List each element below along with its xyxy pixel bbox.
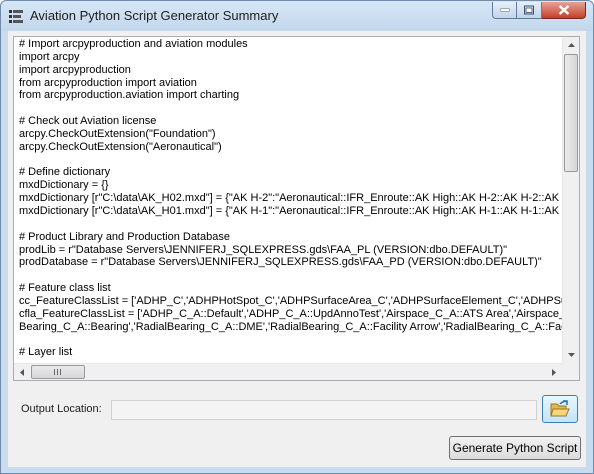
script-line: import arcpyproduction [19,63,131,76]
scroll-down-arrow[interactable] [563,347,579,363]
scroll-up-arrow[interactable] [563,37,579,53]
script-line: mxdDictionary [r"C:\data\AK_H01.mxd"] = … [19,204,564,217]
script-line: mxdDictionary [r"C:\data\AK_H02.mxd"] = … [19,192,564,205]
close-icon [558,5,569,15]
browse-button[interactable] [542,395,578,423]
script-line: # Import arcpyproduction and aviation mo… [19,38,248,50]
title-bar[interactable]: Aviation Python Script Generator Summary [1,1,593,31]
script-line: arcpy.CheckOutExtension("Foundation") [19,127,216,140]
vertical-scrollbar[interactable] [562,37,579,363]
script-line: # Layer list [19,346,73,359]
dialog-window: Aviation Python Script Generator Summary… [0,0,594,474]
horizontal-scrollbar[interactable] [14,363,562,380]
app-icon [8,8,24,24]
chevron-left-icon [20,368,24,376]
script-code[interactable]: # Import arcpyproduction and aviation mo… [19,38,564,360]
dialog-client-area: # Import arcpyproduction and aviation mo… [8,31,586,467]
maximize-icon [524,5,534,15]
minimize-icon [500,8,509,12]
window-title: Aviation Python Script Generator Summary [30,8,279,23]
scrollbar-corner [562,363,579,380]
open-folder-icon [550,400,570,417]
chevron-right-icon [552,368,556,376]
script-line: cfla_FeatureClassList = ['ADHP_C_A::Defa… [19,307,564,320]
script-line: from arcpyproduction.aviation import cha… [19,89,240,102]
scroll-left-arrow[interactable] [14,364,30,380]
vertical-scroll-thumb[interactable] [564,54,578,172]
script-line: # Check out Aviation license [19,115,157,128]
script-text-area[interactable]: # Import arcpyproduction and aviation mo… [13,36,580,381]
script-line: mxdDictionary = {} [19,179,109,192]
script-line: prodDatabase = r"Database Servers\JENNIF… [19,256,542,269]
script-line: # Product Library and Production Databas… [19,230,230,243]
maximize-button[interactable] [517,2,542,19]
minimize-button[interactable] [492,2,517,19]
script-line [19,269,564,282]
chevron-up-icon [567,43,575,47]
caption-buttons [492,2,586,21]
output-location-label: Output Location: [21,403,102,415]
script-line [19,154,564,167]
output-location-field[interactable] [111,400,537,420]
close-button[interactable] [542,2,586,19]
script-line: Bearing_C_A::Bearing','RadialBearing_C_A… [19,320,564,333]
script-line [19,218,564,231]
scroll-right-arrow[interactable] [546,364,562,380]
script-line [19,333,564,346]
script-line [19,102,564,115]
script-line: arcpy.CheckOutExtension("Aeronautical") [19,140,222,153]
generate-python-script-button[interactable]: Generate Python Script [449,436,581,460]
script-line: # Feature class list [19,282,111,295]
script-line: import arcpy [19,50,80,63]
script-line: # Define dictionary [19,166,111,179]
script-line: cc_FeatureClassList = ['ADHP_C','ADHPHot… [19,294,564,307]
script-line: prodLib = r"Database Servers\JENNIFERJ_S… [19,243,508,256]
script-line: from arcpyproduction import aviation [19,76,197,89]
chevron-down-icon [567,353,575,357]
horizontal-scroll-thumb[interactable] [31,365,85,379]
grip-icon [54,369,62,375]
